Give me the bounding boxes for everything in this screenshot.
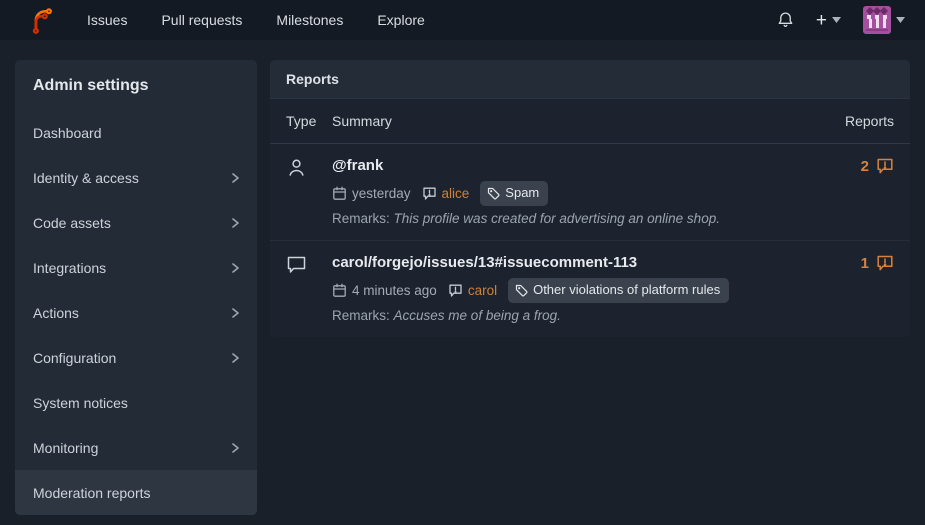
navbar-right-group: + [777, 6, 905, 34]
calendar-icon [332, 283, 347, 298]
forgejo-logo[interactable] [28, 7, 87, 34]
report-remarks: Remarks: This profile was created for ad… [332, 209, 822, 228]
forgejo-logo-icon [28, 7, 55, 34]
report-remarks: Remarks: Accuses me of being a frog. [332, 306, 822, 325]
sidebar-item-label: Monitoring [33, 440, 98, 456]
sidebar-item-label: Code assets [33, 215, 111, 231]
reported-content-link[interactable]: @frank [332, 157, 383, 174]
calendar-icon [332, 186, 347, 201]
report-count-cell: 2 [822, 155, 894, 175]
column-header-summary: Summary [332, 113, 845, 129]
user-avatar [863, 6, 891, 34]
column-header-type: Type [286, 113, 332, 129]
report-time: yesterday [352, 184, 411, 204]
nav-link-explore[interactable]: Explore [377, 12, 424, 28]
remarks-text: Accuses me of being a frog. [394, 308, 561, 323]
report-bubble-icon [448, 283, 463, 298]
report-exclamation-icon [876, 254, 894, 272]
caret-down-icon [832, 17, 841, 23]
sidebar-item-label: Identity & access [33, 170, 139, 186]
report-type-cell [286, 252, 332, 280]
nav-link-issues[interactable]: Issues [87, 12, 127, 28]
chevron-right-icon [229, 442, 241, 454]
comment-icon [286, 254, 307, 275]
bell-icon [777, 11, 794, 29]
report-count-cell: 1 [822, 252, 894, 272]
sidebar-item-configuration[interactable]: Configuration [15, 335, 257, 380]
report-row: @frank yesterday [270, 144, 910, 241]
remarks-label: Remarks: [332, 308, 390, 323]
caret-down-icon [896, 17, 905, 23]
sidebar-item-label: Moderation reports [33, 485, 151, 501]
report-summary-cell: @frank yesterday [332, 155, 822, 228]
chevron-right-icon [229, 307, 241, 319]
reporter-link[interactable]: carol [468, 281, 497, 301]
column-header-reports: Reports [845, 113, 894, 129]
user-icon [286, 157, 307, 178]
report-count: 2 [861, 158, 869, 175]
sidebar-item-label: Configuration [33, 350, 116, 366]
main-navigation: Issues Pull requests Milestones Explore [87, 12, 425, 28]
chevron-right-icon [229, 172, 241, 184]
reporter-link[interactable]: alice [442, 184, 470, 204]
user-menu-dropdown[interactable] [863, 6, 905, 34]
notifications-button[interactable] [777, 11, 794, 29]
abuse-category-label: Other violations of platform rules [533, 280, 720, 300]
top-navbar: Issues Pull requests Milestones Explore … [0, 0, 925, 40]
sidebar-item-system-notices[interactable]: System notices [15, 380, 257, 425]
report-row: carol/forgejo/issues/13#issuecomment-113… [270, 241, 910, 337]
report-summary-cell: carol/forgejo/issues/13#issuecomment-113… [332, 252, 822, 325]
report-meta: 4 minutes ago carol [332, 278, 822, 303]
remarks-text: This profile was created for advertising… [394, 211, 720, 226]
sidebar-item-monitoring[interactable]: Monitoring [15, 425, 257, 470]
sidebar-item-dashboard[interactable]: Dashboard [15, 110, 257, 155]
tag-icon [487, 187, 500, 200]
sidebar-item-actions[interactable]: Actions [15, 290, 257, 335]
sidebar-item-label: Actions [33, 305, 79, 321]
chevron-right-icon [229, 217, 241, 229]
abuse-category-label: Spam [505, 183, 539, 203]
chevron-right-icon [229, 352, 241, 364]
sidebar-item-integrations[interactable]: Integrations [15, 245, 257, 290]
sidebar-item-label: Integrations [33, 260, 106, 276]
abuse-category-badge: Other violations of platform rules [508, 278, 729, 303]
nav-link-pull-requests[interactable]: Pull requests [161, 12, 242, 28]
reported-content-link[interactable]: carol/forgejo/issues/13#issuecomment-113 [332, 254, 637, 271]
report-exclamation-icon [876, 157, 894, 175]
sidebar-item-label: Dashboard [33, 125, 102, 141]
plus-icon: + [816, 11, 827, 30]
reports-panel: Reports Type Summary Reports @frank [270, 60, 910, 337]
reports-table: Type Summary Reports @frank [270, 99, 910, 337]
admin-settings-sidebar: Admin settings Dashboard Identity & acce… [15, 60, 257, 515]
sidebar-title: Admin settings [15, 60, 257, 110]
report-count: 1 [861, 255, 869, 272]
sidebar-item-label: System notices [33, 395, 128, 411]
tag-icon [515, 284, 528, 297]
remarks-label: Remarks: [332, 211, 390, 226]
sidebar-item-identity-access[interactable]: Identity & access [15, 155, 257, 200]
page-body: Admin settings Dashboard Identity & acce… [0, 40, 925, 515]
reports-table-header: Type Summary Reports [270, 99, 910, 144]
abuse-category-badge: Spam [480, 181, 548, 206]
nav-link-milestones[interactable]: Milestones [276, 12, 343, 28]
report-time: 4 minutes ago [352, 281, 437, 301]
report-meta: yesterday alice [332, 181, 822, 206]
panel-title: Reports [270, 60, 910, 99]
report-type-cell [286, 155, 332, 183]
report-bubble-icon [422, 186, 437, 201]
create-new-dropdown[interactable]: + [816, 11, 841, 30]
sidebar-item-moderation-reports[interactable]: Moderation reports [15, 470, 257, 515]
chevron-right-icon [229, 262, 241, 274]
sidebar-item-code-assets[interactable]: Code assets [15, 200, 257, 245]
